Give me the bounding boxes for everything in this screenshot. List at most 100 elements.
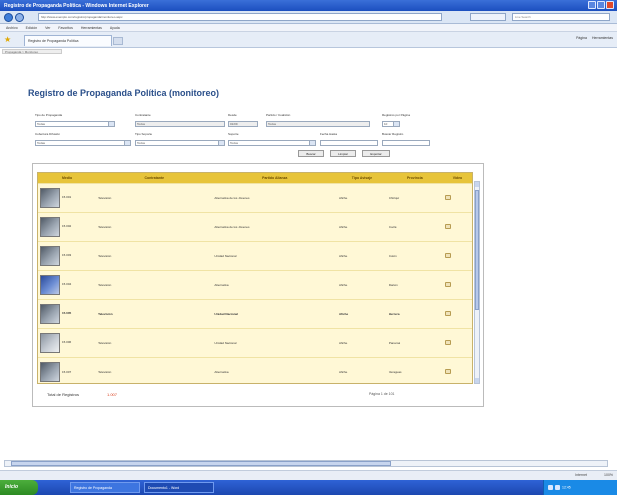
video-icon[interactable] <box>444 194 451 200</box>
window-title: Registro de Propaganda Política - Window… <box>4 3 149 9</box>
video-icon[interactable] <box>444 281 451 287</box>
table-row[interactable]: 15.005 Televisión Unidad Nacional Afiche… <box>38 298 472 328</box>
cell-tipo: Afiche <box>337 269 387 299</box>
thumbnail-image[interactable] <box>40 303 60 324</box>
page-menu[interactable]: Página <box>576 36 587 40</box>
maximize-button[interactable] <box>597 1 605 9</box>
search-button[interactable]: Buscar <box>298 150 324 157</box>
col-header-provincia[interactable]: Provincia <box>386 173 443 183</box>
table-scrollbar[interactable] <box>474 181 480 384</box>
table-row[interactable]: 15.003 Televisión Unidad Nacional Afiche… <box>38 240 472 270</box>
menu-item-ayuda[interactable]: Ayuda <box>110 26 120 30</box>
menu-item-favoritos[interactable]: Favoritos <box>58 26 72 30</box>
table-row[interactable]: 15.007 Televisión Alternativa Afiche Ver… <box>38 356 472 383</box>
pager[interactable]: Página 1 de 101 <box>369 392 395 396</box>
cell-provincia: Panamá <box>386 327 443 357</box>
menu-item-ver[interactable]: Ver <box>45 26 50 30</box>
label-tipo-soporte: Tipo Soporte <box>135 132 153 136</box>
col-header-contratante[interactable]: Contratante <box>96 173 213 183</box>
label-desde: Desde <box>228 113 237 117</box>
close-button[interactable] <box>606 1 614 9</box>
cell-tipo: Afiche <box>337 298 387 328</box>
scroll-down-icon[interactable] <box>475 378 479 383</box>
input-buscar-registro[interactable] <box>382 140 430 146</box>
total-records-label: Total de Registros <box>47 392 80 397</box>
label-registros-pagina: Registros por Página <box>382 113 411 117</box>
hscroll-thumb[interactable] <box>11 461 391 466</box>
table-row[interactable]: 15.002 Televisión Alternativa de los Jóv… <box>38 211 472 241</box>
cell-video <box>442 269 472 299</box>
tools-menu[interactable]: Herramientas <box>592 36 613 40</box>
label-buscar-registro: Buscar Registro <box>382 132 404 136</box>
new-tab-button[interactable] <box>113 37 123 45</box>
cell-contratante: Televisión <box>96 182 213 212</box>
table-header-row: Medio Contratante Partido Alianza Tipo A… <box>38 173 472 183</box>
taskbar: Inicio Registro de Propaganda Documento1… <box>0 480 617 495</box>
cell-medio: 15.001 <box>38 182 97 212</box>
clear-button[interactable]: Limpiar <box>330 150 356 157</box>
cell-video <box>442 298 472 328</box>
menu-item-archivo[interactable]: Archivo <box>6 26 18 30</box>
select-registros-pagina[interactable]: 10 <box>382 121 400 127</box>
video-icon[interactable] <box>444 310 451 316</box>
table-row[interactable]: 15.006 Televisión Unidad Nacional Afiche… <box>38 327 472 357</box>
tab-registro[interactable]: Registro de Propaganda Política <box>24 35 112 46</box>
zoom-level[interactable]: 100% <box>604 473 613 477</box>
video-icon[interactable] <box>444 223 451 229</box>
video-icon[interactable] <box>444 252 451 258</box>
back-icon[interactable] <box>4 13 13 22</box>
menu-item-edicion[interactable]: Edición <box>26 26 37 30</box>
scroll-thumb[interactable] <box>475 190 479 310</box>
cell-provincia: Coclé <box>386 211 443 241</box>
record-id: 15.002 <box>62 224 72 229</box>
search-input[interactable]: Live Search <box>512 13 610 21</box>
thumbnail-image[interactable] <box>40 245 60 266</box>
page-hscrollbar[interactable] <box>4 460 608 467</box>
menu-item-herramientas[interactable]: Herramientas <box>81 26 102 30</box>
refresh-button[interactable] <box>470 13 506 21</box>
thumbnail-image[interactable] <box>40 187 60 208</box>
scroll-up-icon[interactable] <box>475 182 479 187</box>
breadcrumb[interactable]: Propaganda > Monitoreo <box>2 49 62 54</box>
task-word[interactable]: Documento1 - Word <box>144 482 214 493</box>
cell-partido: Unidad Nacional <box>212 298 337 328</box>
video-icon[interactable] <box>444 368 451 374</box>
export-button[interactable]: Exportar <box>362 150 390 157</box>
select-cobertura[interactable]: Todas <box>35 140 131 146</box>
status-bar: Internet 100% <box>0 470 617 480</box>
thumbnail-image[interactable] <box>40 332 60 353</box>
address-input[interactable]: http://www.exemplo.com/registro/propagan… <box>38 13 442 21</box>
input-partido[interactable]: Todos <box>266 121 370 127</box>
network-icon[interactable] <box>548 485 553 490</box>
favorites-star-icon[interactable]: ★ <box>4 36 12 44</box>
cell-contratante: Televisión <box>96 327 213 357</box>
cell-medio: 15.003 <box>38 240 97 270</box>
cell-contratante: Televisión <box>96 269 213 299</box>
input-contratante[interactable]: Todos <box>135 121 225 127</box>
table-row[interactable]: 15.004 Televisión Alternativa Afiche Dar… <box>38 269 472 299</box>
col-header-tipo[interactable]: Tipo Avisaje <box>337 173 387 183</box>
system-tray: 12:45 <box>543 480 617 495</box>
select-tipo-soporte[interactable]: Todos <box>135 140 225 146</box>
select-soporte[interactable]: Todos <box>228 140 316 146</box>
table-row[interactable]: 15.001 Televisión Alternativa de los Jóv… <box>38 182 472 212</box>
col-header-partido[interactable]: Partido Alianza <box>212 173 337 183</box>
forward-icon[interactable] <box>15 13 24 22</box>
cell-tipo: Afiche <box>337 327 387 357</box>
start-button[interactable]: Inicio <box>0 480 38 495</box>
total-records-value: 1.007 <box>107 392 118 397</box>
tab-bar: ★ Registro de Propaganda Política Página… <box>0 32 617 48</box>
thumbnail-image[interactable] <box>40 361 60 382</box>
select-tipo-propaganda[interactable]: Todas <box>35 121 115 127</box>
minimize-button[interactable] <box>588 1 596 9</box>
input-desde[interactable]: 01/09 <box>228 121 258 127</box>
cell-video <box>442 240 472 270</box>
task-browser[interactable]: Registro de Propaganda <box>70 482 140 493</box>
input-fecha-hasta[interactable] <box>320 140 378 146</box>
col-header-video[interactable]: Video <box>442 173 472 183</box>
video-icon[interactable] <box>444 339 451 345</box>
volume-icon[interactable] <box>555 485 560 490</box>
col-header-medio[interactable]: Medio <box>38 173 97 183</box>
thumbnail-image[interactable] <box>40 274 60 295</box>
thumbnail-image[interactable] <box>40 216 60 237</box>
